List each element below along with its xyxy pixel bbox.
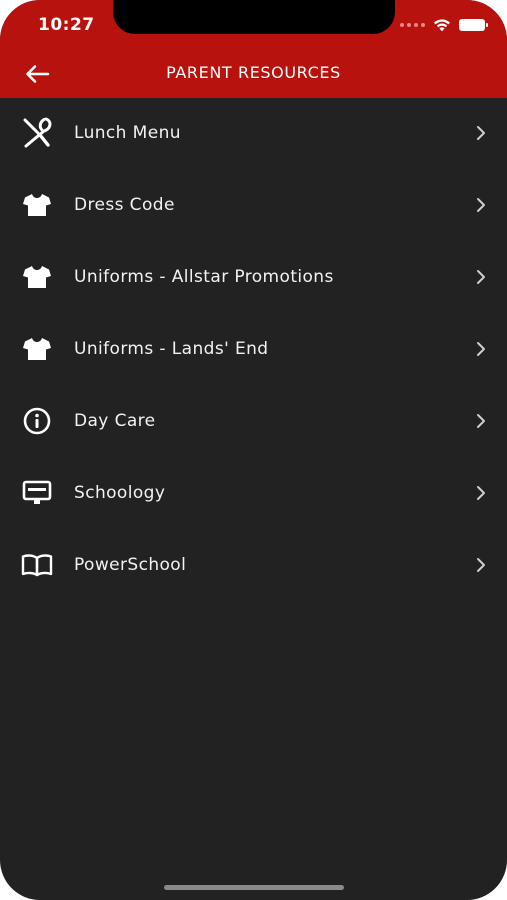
chevron-right-icon [477,342,485,356]
chevron-right-icon [477,126,485,140]
list-item-label: Schoology [74,483,166,503]
chevron-right-icon [477,270,485,284]
wifi-icon [434,19,450,32]
chevron-right-icon [477,486,485,500]
status-time: 10:27 [38,15,95,35]
list-item-powerschool[interactable]: PowerSchool [0,530,507,602]
chevron-right-icon [477,198,485,212]
chevron-right-icon [477,558,485,572]
list-item-day-care[interactable]: Day Care [0,386,507,458]
tshirt-icon [20,188,54,222]
status-icons [400,16,488,34]
list-item-label: Uniforms - Allstar Promotions [74,267,334,287]
battery-icon [459,19,488,31]
list-item-uniforms-lands-end[interactable]: Uniforms - Lands' End [0,314,507,386]
phone-screen: 10:27 PARENT RESOURCES Lunch Menu Dress … [0,0,507,900]
list-item-label: Day Care [74,411,156,431]
device-notch [113,0,395,34]
list-item-label: Uniforms - Lands' End [74,339,269,359]
monitor-icon [20,476,54,510]
cellular-signal-icon [400,23,425,27]
utensils-icon [20,116,54,150]
tshirt-icon [20,260,54,294]
list-item-label: PowerSchool [74,555,187,575]
chevron-right-icon [477,414,485,428]
list-item-uniforms-allstar[interactable]: Uniforms - Allstar Promotions [0,242,507,314]
nav-bar: PARENT RESOURCES [0,50,507,98]
home-indicator[interactable] [164,885,344,890]
info-circle-icon [20,404,54,438]
list-item-label: Dress Code [74,195,175,215]
page-title: PARENT RESOURCES [166,63,341,82]
resource-list: Lunch Menu Dress Code Uniforms - Allstar… [0,98,507,602]
list-item-dress-code[interactable]: Dress Code [0,170,507,242]
app-header: 10:27 PARENT RESOURCES [0,0,507,98]
tshirt-icon [20,332,54,366]
list-item-label: Lunch Menu [74,123,181,143]
status-bar: 10:27 [0,0,507,50]
open-book-icon [20,548,54,582]
list-item-lunch-menu[interactable]: Lunch Menu [0,98,507,170]
list-item-schoology[interactable]: Schoology [0,458,507,530]
